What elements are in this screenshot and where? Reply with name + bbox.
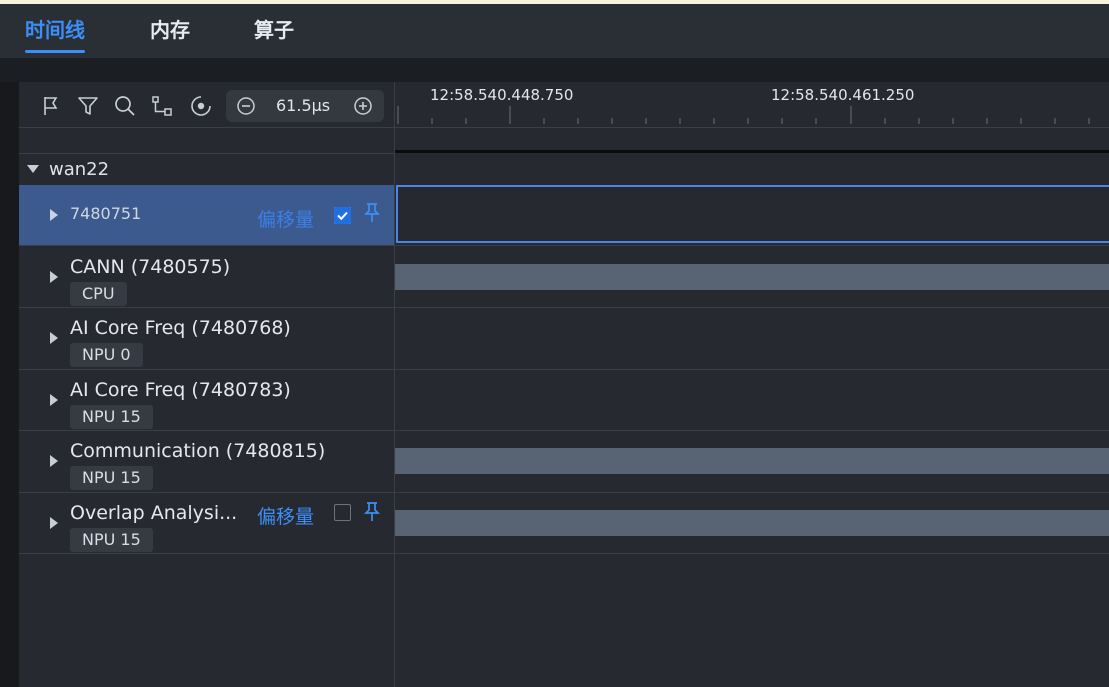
offset-checkbox[interactable]: [334, 504, 351, 521]
tab-gap: [0, 58, 1109, 82]
chevron-right-icon[interactable]: [50, 517, 58, 529]
search-icon[interactable]: [113, 94, 137, 118]
track-title: 7480751: [70, 204, 142, 223]
flag-icon[interactable]: [40, 94, 64, 118]
track-bar[interactable]: [395, 510, 1109, 536]
device-tag: NPU 15: [70, 528, 153, 552]
offset-label[interactable]: 偏移量: [257, 205, 314, 232]
track-title: AI Core Freq (7480768): [70, 317, 291, 339]
device-tag: NPU 0: [70, 343, 143, 367]
process-group[interactable]: wan22: [19, 155, 394, 184]
link-icon[interactable]: [150, 94, 174, 118]
zoom-out-icon[interactable]: [236, 96, 256, 116]
toolbar-separator: [19, 127, 1109, 128]
device-tag: NPU 15: [70, 466, 153, 490]
row-separator: [19, 307, 1109, 308]
zoom-value: 61.5μs: [276, 96, 331, 115]
track-title: Overlap Analysi...: [70, 502, 238, 524]
device-tag: NPU 15: [70, 405, 153, 429]
track-bar[interactable]: [395, 448, 1109, 474]
chevron-right-icon[interactable]: [50, 271, 58, 283]
timeline-header-bar: [395, 150, 1109, 153]
time-ruler-ticks[interactable]: [395, 100, 1109, 126]
zoom-in-icon[interactable]: [353, 96, 373, 116]
row-separator: [19, 430, 1109, 431]
pin-icon[interactable]: [362, 202, 382, 224]
row-separator: [19, 245, 1109, 246]
group-label: wan22: [49, 159, 110, 180]
row-separator: [19, 553, 1109, 554]
track-bar[interactable]: [395, 264, 1109, 290]
locate-icon[interactable]: [189, 94, 213, 118]
tab-memory[interactable]: 内存: [150, 16, 190, 46]
chevron-right-icon[interactable]: [50, 209, 58, 221]
offset-label[interactable]: 偏移量: [257, 502, 314, 529]
chevron-right-icon[interactable]: [50, 332, 58, 344]
track-title: Communication (7480815): [70, 440, 326, 462]
track-title: CANN (7480575): [70, 256, 231, 278]
row-separator: [19, 369, 1109, 370]
chevron-right-icon[interactable]: [50, 455, 58, 467]
pin-icon[interactable]: [362, 501, 382, 523]
selected-track-highlight[interactable]: [396, 185, 1109, 243]
list-header-separator: [19, 153, 394, 154]
chevron-right-icon[interactable]: [50, 394, 58, 406]
left-edge-strip: [0, 82, 19, 687]
tab-timeline[interactable]: 时间线: [25, 16, 85, 53]
zoom-control: 61.5μs: [226, 90, 384, 122]
filter-icon[interactable]: [76, 94, 100, 118]
device-tag: CPU: [70, 282, 127, 306]
tab-operator[interactable]: 算子: [254, 16, 294, 46]
panel-divider[interactable]: [394, 82, 395, 687]
tab-bar: 时间线 内存 算子: [0, 4, 1109, 58]
row-separator: [19, 492, 1109, 493]
track-title: AI Core Freq (7480783): [70, 379, 291, 401]
chevron-down-icon[interactable]: [27, 165, 39, 173]
offset-checkbox[interactable]: [334, 207, 351, 224]
track-row-selected[interactable]: 7480751 偏移量: [19, 185, 394, 245]
timeline-panel: [395, 82, 1109, 687]
